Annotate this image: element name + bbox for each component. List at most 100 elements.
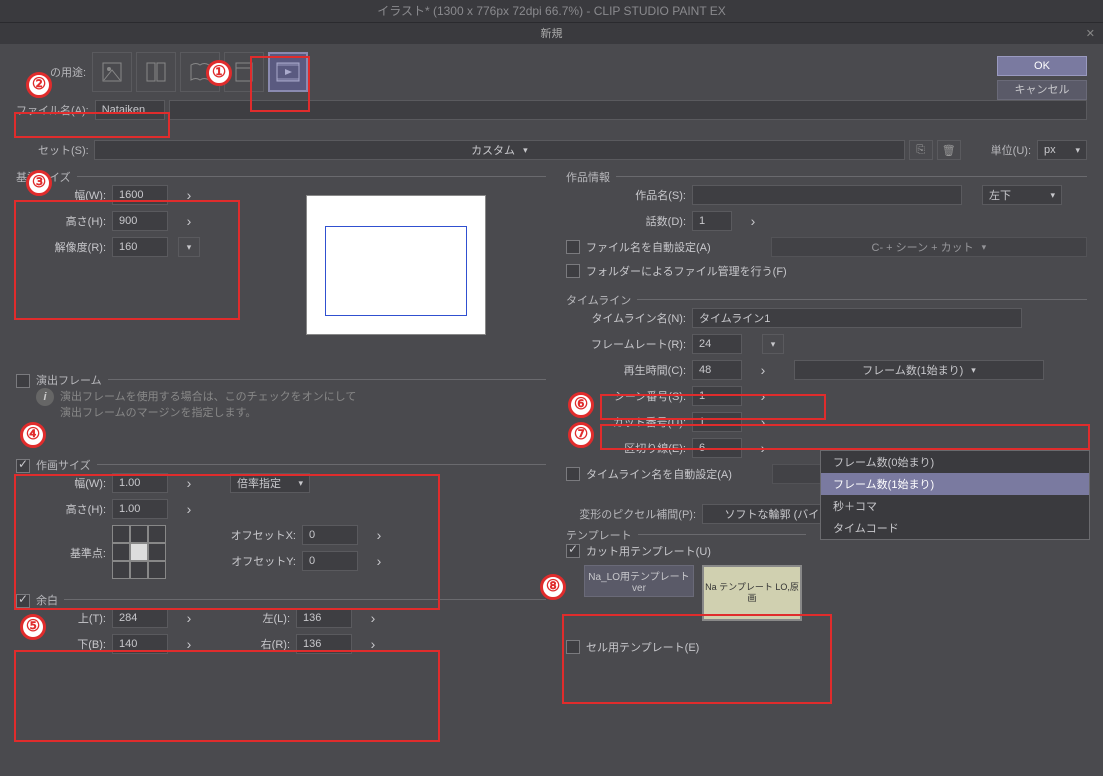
timeline-legend: タイムライン <box>566 292 637 308</box>
annotation-7: ⑦ <box>568 422 594 448</box>
playtime-unit-dropdown-menu: フレーム数(0始まり) フレーム数(1始まり) 秒＋コマ タイムコード <box>820 450 1090 540</box>
dropdown-item-1[interactable]: フレーム数(1始まり) <box>821 473 1089 495</box>
framerate-dropdown[interactable] <box>762 334 784 354</box>
dropdown-item-2[interactable]: 秒＋コマ <box>821 495 1089 517</box>
draw-size-checkbox[interactable] <box>16 459 30 473</box>
use-comic-icon[interactable] <box>136 52 176 92</box>
margin-bottom-input[interactable] <box>112 634 168 654</box>
annotation-3: ③ <box>26 170 52 196</box>
unit-select[interactable]: px <box>1037 140 1087 160</box>
resolution-dropdown-button[interactable] <box>178 237 200 257</box>
height-more-button[interactable] <box>178 211 200 231</box>
margin-right-input[interactable] <box>296 634 352 654</box>
preset-delete-icon[interactable]: 🗑 <box>937 140 961 160</box>
cut-template-checkbox[interactable] <box>566 544 580 558</box>
work-info-group: 作品情報 作品名(S): 左下 話数(D): ファイル名を自動設定(A) C- … <box>566 176 1087 289</box>
work-title-input[interactable] <box>692 185 962 205</box>
work-info-legend: 作品情報 <box>566 169 616 185</box>
anchor-grid[interactable] <box>112 525 166 579</box>
title-position-select[interactable]: 左下 <box>982 185 1062 205</box>
offsetx-input[interactable] <box>302 525 358 545</box>
ratio-mode-select[interactable]: 倍率指定 <box>230 473 310 493</box>
cut-template-name-button[interactable]: Na_LO用テンプレートver <box>584 565 694 597</box>
playtime-more[interactable] <box>752 360 774 380</box>
episode-more[interactable] <box>742 211 764 231</box>
pixel-interp-label: 変形のピクセル補間(P): <box>566 506 696 522</box>
cut-input[interactable] <box>692 412 742 432</box>
direction-frame-checkbox[interactable] <box>16 374 30 388</box>
auto-timeline-checkbox[interactable] <box>566 467 580 481</box>
folder-mgmt-label: フォルダーによるファイル管理を行う(F) <box>586 263 787 279</box>
auto-filename-pattern-select[interactable]: C- + シーン + カット <box>771 237 1087 257</box>
preset-value: カスタム <box>471 142 515 158</box>
margin-top-input[interactable] <box>112 608 168 628</box>
auto-timeline-label: タイムライン名を自動設定(A) <box>586 466 732 482</box>
app-titlebar: イラスト* (1300 x 776px 72dpi 66.7%) - CLIP … <box>0 0 1103 22</box>
close-icon[interactable]: ✕ <box>1086 23 1095 45</box>
divider-input[interactable] <box>692 438 742 458</box>
preset-label: セット(S): <box>38 142 88 158</box>
height-input[interactable] <box>112 211 168 231</box>
divider-more[interactable] <box>752 438 774 458</box>
use-animation-icon[interactable] <box>268 52 308 92</box>
template-group: テンプレート カット用テンプレート(U) Na_LO用テンプレートver Na … <box>566 534 806 631</box>
timeline-name-label: タイムライン名(N): <box>566 310 686 326</box>
scene-more[interactable] <box>752 386 774 406</box>
cel-template-label: セル用テンプレート(E) <box>586 639 699 655</box>
width-input[interactable] <box>112 185 168 205</box>
episode-input[interactable] <box>692 211 732 231</box>
margin-left-more[interactable] <box>362 608 384 628</box>
draw-width-input[interactable] <box>112 473 168 493</box>
folder-mgmt-checkbox[interactable] <box>566 264 580 278</box>
offsety-more[interactable] <box>368 551 390 571</box>
draw-height-more[interactable] <box>178 499 200 519</box>
scene-input[interactable] <box>692 386 742 406</box>
playtime-unit-value: フレーム数(1始まり) <box>862 362 963 378</box>
base-size-group: 基準サイズ 幅(W): 高さ(H): 解像度(R): <box>16 176 546 349</box>
info-icon: i <box>36 388 54 406</box>
playtime-input[interactable] <box>692 360 742 380</box>
use-illustration-icon[interactable] <box>92 52 132 92</box>
annotation-4: ④ <box>20 422 46 448</box>
margin-legend: 余白 <box>16 592 64 608</box>
draw-size-group: 作画サイズ 幅(W): 倍率指定 高さ(H): 基準点: オフセットX: オフセ… <box>16 464 546 589</box>
dialog-title-text: 新規 <box>541 28 563 40</box>
offsety-input[interactable] <box>302 551 358 571</box>
playtime-label: 再生時間(C): <box>566 362 686 378</box>
margin-bottom-more[interactable] <box>178 634 200 654</box>
dropdown-item-0[interactable]: フレーム数(0始まり) <box>821 451 1089 473</box>
canvas-preview <box>306 195 486 335</box>
draw-width-more[interactable] <box>178 473 200 493</box>
annotation-8: ⑧ <box>540 574 566 600</box>
preset-select[interactable]: カスタム <box>94 140 905 160</box>
filename-input[interactable] <box>95 100 165 120</box>
draw-size-legend: 作画サイズ <box>16 457 97 473</box>
margin-right-more[interactable] <box>362 634 384 654</box>
cut-template-label: カット用テンプレート(U) <box>586 543 711 559</box>
auto-filename-pattern: C- + シーン + カット <box>872 239 974 255</box>
filename-path-display <box>169 100 1087 120</box>
cut-more[interactable] <box>752 412 774 432</box>
unit-value: px <box>1044 144 1056 156</box>
playtime-unit-select[interactable]: フレーム数(1始まり) <box>794 360 1044 380</box>
dropdown-item-3[interactable]: タイムコード <box>821 517 1089 539</box>
annotation-2: ② <box>26 72 52 98</box>
dialog-titlebar: 新規 ✕ <box>0 22 1103 44</box>
width-more-button[interactable] <box>178 185 200 205</box>
preset-save-icon[interactable]: ⎘ <box>909 140 933 160</box>
margin-top-more[interactable] <box>178 608 200 628</box>
margin-group: 余白 上(T): 下(B): 左(L): 右(R): <box>16 599 546 664</box>
margin-checkbox[interactable] <box>16 594 30 608</box>
timeline-name-input[interactable] <box>692 308 1022 328</box>
annotation-5: ⑤ <box>20 614 46 640</box>
framerate-input[interactable] <box>692 334 742 354</box>
resolution-input[interactable] <box>112 237 168 257</box>
cel-template-checkbox[interactable] <box>566 640 580 654</box>
unit-label: 単位(U): <box>991 142 1031 158</box>
auto-filename-checkbox[interactable] <box>566 240 580 254</box>
ratio-mode-value: 倍率指定 <box>237 475 281 491</box>
margin-left-input[interactable] <box>296 608 352 628</box>
anchor-label: 基準点: <box>16 525 106 561</box>
offsetx-more[interactable] <box>368 525 390 545</box>
draw-height-input[interactable] <box>112 499 168 519</box>
